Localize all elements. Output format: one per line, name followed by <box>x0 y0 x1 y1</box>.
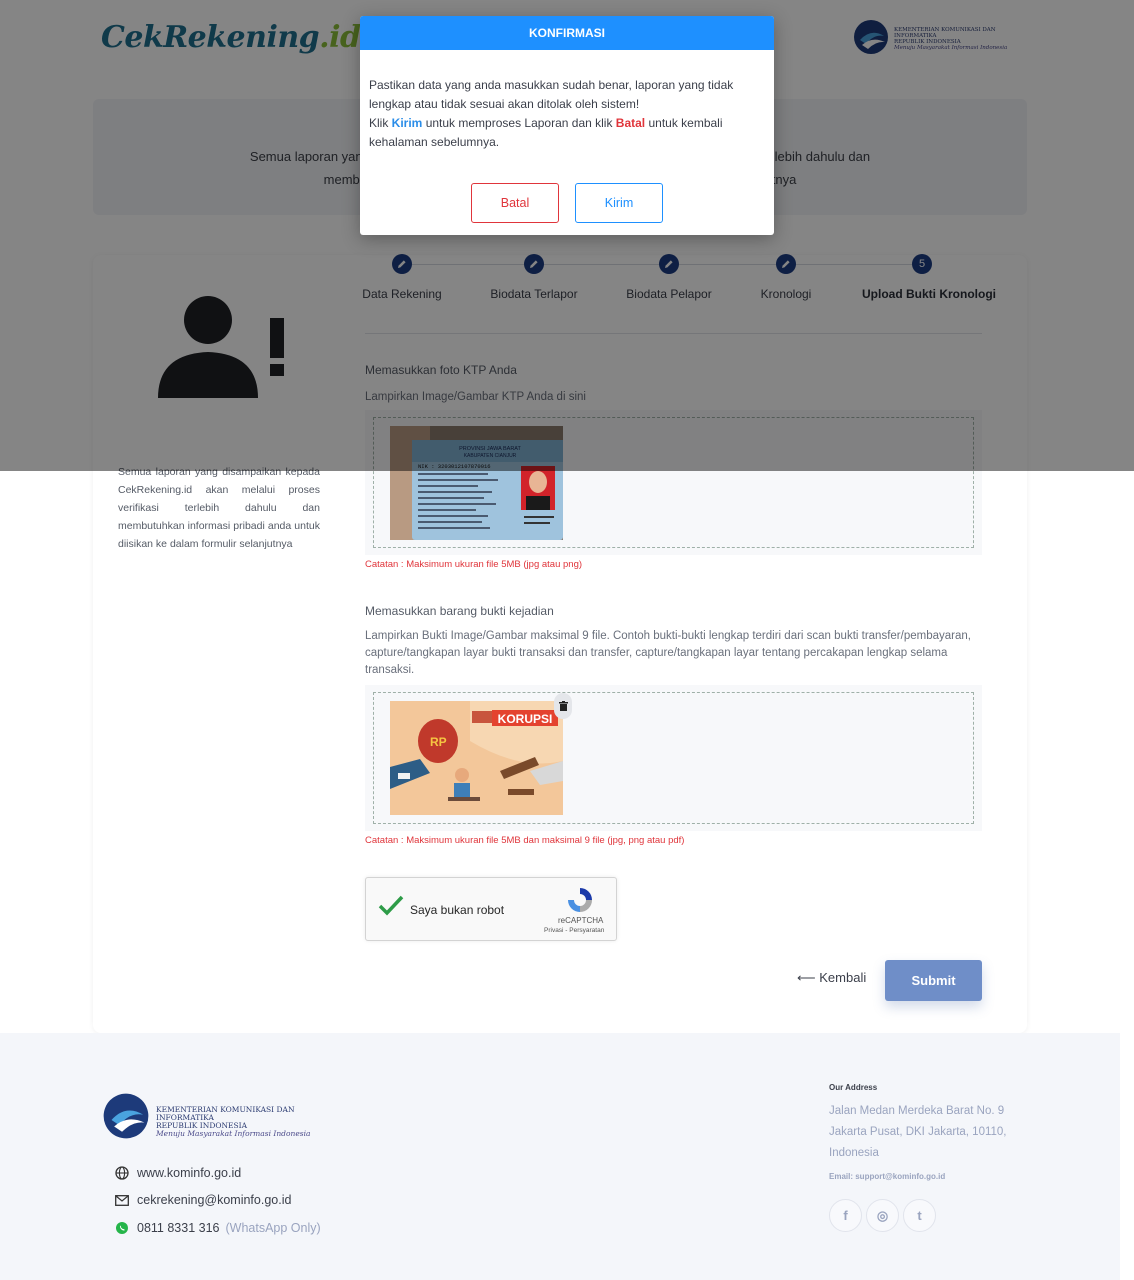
recaptcha-widget[interactable]: Saya bukan robot reCAPTCHA Privasi - Per… <box>365 877 617 941</box>
recaptcha-logo-icon <box>568 888 592 912</box>
submit-button[interactable]: Submit <box>885 960 982 1001</box>
address-text: Jalan Medan Merdeka Barat No. 9 Jakarta … <box>829 1105 1007 1159</box>
contact-website[interactable]: www.kominfo.go.id <box>114 1165 241 1181</box>
kominfo-emblem-icon <box>103 1093 149 1139</box>
instagram-button[interactable]: ◎ <box>866 1199 899 1232</box>
trash-icon <box>558 701 568 711</box>
footer-kominfo-logo: KEMENTERIAN KOMUNIKASI DAN INFORMATIKA R… <box>101 1091 341 1143</box>
twitter-icon: t <box>917 1208 922 1223</box>
confirm-send-button[interactable]: Kirim <box>575 183 663 223</box>
checkmark-icon <box>378 895 404 916</box>
evidence-dropzone[interactable]: KORUPSI RP <box>365 685 982 831</box>
address-title: Our Address <box>829 1083 878 1092</box>
facebook-button[interactable]: f <box>829 1199 862 1232</box>
whatsapp-icon <box>114 1220 130 1236</box>
cancel-button[interactable]: Batal <box>471 183 559 223</box>
evidence-preview-image: KORUPSI RP <box>390 701 563 815</box>
mail-icon <box>114 1192 130 1208</box>
twitter-button[interactable]: t <box>903 1199 936 1232</box>
svg-text:KORUPSI: KORUPSI <box>498 712 553 726</box>
delete-image-button[interactable] <box>554 693 572 719</box>
contact-email[interactable]: cekrekening@kominfo.go.id <box>114 1192 291 1208</box>
evidence-note: Catatan : Maksimum ukuran file 5MB dan m… <box>365 835 685 846</box>
modal-message: Pastikan data yang anda masukkan sudah b… <box>369 78 734 149</box>
modal-title: KONFIRMASI <box>360 16 774 50</box>
instagram-icon: ◎ <box>876 1207 889 1223</box>
ktp-note: Catatan : Maksimum ukuran file 5MB (jpg … <box>365 559 583 570</box>
back-button[interactable]: ⟵ Kembali <box>797 970 866 986</box>
evidence-section-title: Memasukkan barang bukti kejadian <box>365 604 554 618</box>
confirmation-modal: KONFIRMASI Pastikan data yang anda masuk… <box>360 16 774 235</box>
address-email: Email: support@kominfo.go.id <box>829 1172 946 1181</box>
evidence-section-desc: Lampirkan Bukti Image/Gambar maksimal 9 … <box>365 630 971 676</box>
facebook-icon: f <box>843 1208 848 1223</box>
sidebar-description: Semua laporan yang disampaikan kepada Ce… <box>118 466 320 550</box>
contact-phone[interactable]: 0811 8331 316 (WhatsApp Only) <box>114 1220 321 1236</box>
globe-icon <box>114 1165 130 1181</box>
svg-text:RP: RP <box>430 735 447 749</box>
